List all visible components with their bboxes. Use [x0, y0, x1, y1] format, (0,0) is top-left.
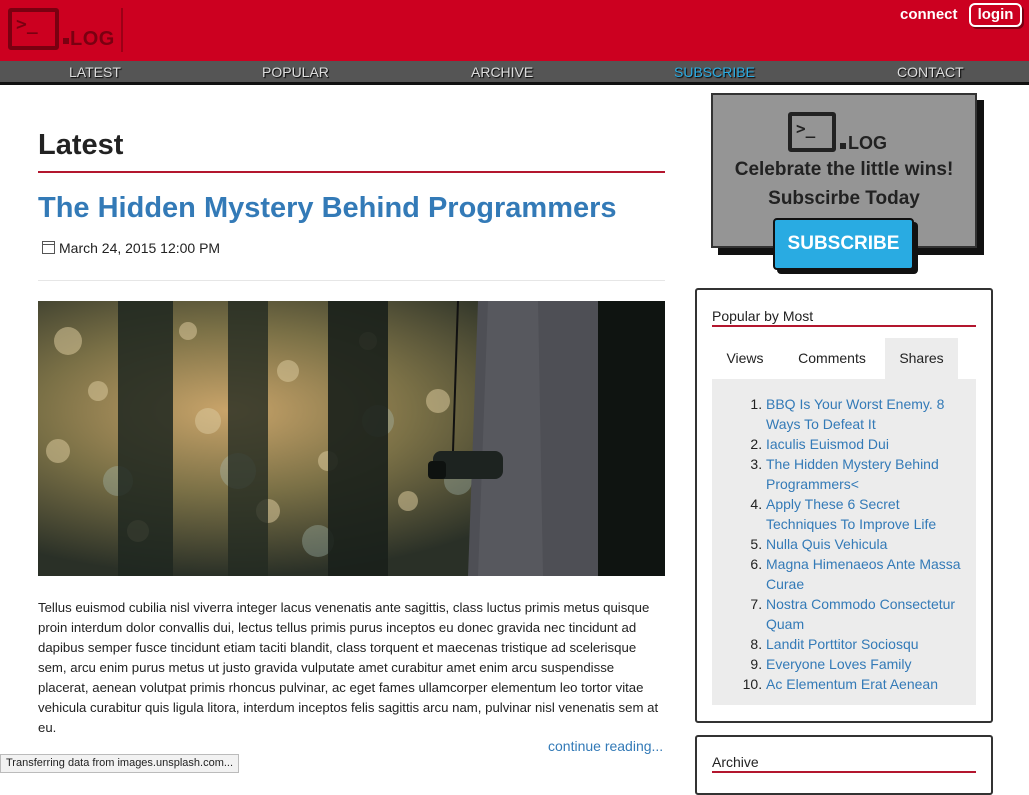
list-item[interactable]: Landit Porttitor Sociosqu — [766, 634, 972, 654]
popular-link[interactable]: BBQ Is Your Worst Enemy. 8 Ways To Defea… — [766, 396, 944, 432]
logo-prompt: >_ — [16, 14, 38, 35]
logo-word: LOG — [70, 28, 115, 50]
popular-title: Popular by Most — [712, 308, 814, 324]
promo-logo-dot — [840, 143, 846, 149]
header-bar: >_ LOG connect login — [0, 0, 1029, 61]
archive-title: Archive — [712, 754, 759, 770]
list-item[interactable]: The Hidden Mystery Behind Programmers< — [766, 454, 972, 494]
popular-list-panel: BBQ Is Your Worst Enemy. 8 Ways To Defea… — [712, 379, 976, 705]
connect-link[interactable]: connect — [900, 6, 958, 23]
popular-link[interactable]: Nostra Commodo Consectetur Quam — [766, 596, 955, 632]
nav-item-popular[interactable]: POPULAR — [262, 64, 329, 80]
tab-views[interactable]: Views — [712, 338, 778, 379]
promo-logo: >_ LOG — [788, 112, 908, 156]
promo-tagline: Celebrate the little wins! — [734, 159, 954, 180]
list-item[interactable]: Nostra Commodo Consectetur Quam — [766, 594, 972, 634]
logo-divider — [121, 8, 123, 52]
nav-item-latest[interactable]: LATEST — [69, 64, 121, 80]
continue-reading-link[interactable]: continue reading... — [548, 738, 663, 754]
section-title: Latest — [38, 129, 124, 161]
calendar-icon — [42, 241, 55, 254]
list-item[interactable]: Everyone Loves Family — [766, 654, 972, 674]
popular-link[interactable]: Everyone Loves Family — [766, 656, 912, 672]
promo-cta-text: Subscirbe Today — [768, 188, 920, 209]
popular-link[interactable]: Nulla Quis Vehicula — [766, 536, 887, 552]
browser-status-bar: Transferring data from images.unsplash.c… — [0, 754, 240, 773]
section-divider — [38, 171, 665, 173]
popular-widget: Popular by Most Views Comments Shares BB… — [695, 288, 993, 723]
post-divider — [38, 280, 665, 281]
list-item[interactable]: Ac Elementum Erat Aenean — [766, 674, 972, 694]
archive-widget: Archive — [695, 735, 993, 795]
popular-link[interactable]: Landit Porttitor Sociosqu — [766, 636, 919, 652]
nav-item-contact[interactable]: CONTACT — [897, 64, 964, 80]
post-excerpt: Tellus euismod cubilia nisl viverra inte… — [38, 600, 659, 735]
forest-photo — [38, 301, 665, 576]
subscribe-button[interactable]: SUBSCRIBE — [773, 218, 914, 270]
promo-logo-word: LOG — [848, 133, 887, 153]
popular-link[interactable]: The Hidden Mystery Behind Programmers< — [766, 456, 939, 492]
popular-list: BBQ Is Your Worst Enemy. 8 Ways To Defea… — [766, 394, 972, 694]
popular-link[interactable]: Iaculis Euismod Dui — [766, 436, 889, 452]
popular-link[interactable]: Magna Himenaeos Ante Massa Curae — [766, 556, 961, 592]
tab-shares[interactable]: Shares — [885, 338, 958, 379]
list-item[interactable]: Nulla Quis Vehicula — [766, 534, 972, 554]
login-button[interactable]: login — [969, 3, 1022, 27]
list-item[interactable]: Apply These 6 Secret Techniques To Impro… — [766, 494, 972, 534]
popular-link[interactable]: Apply These 6 Secret Techniques To Impro… — [766, 496, 936, 532]
post-image[interactable] — [38, 301, 665, 576]
nav-item-archive[interactable]: ARCHIVE — [471, 64, 533, 80]
promo-logo-prompt: >_ — [796, 119, 816, 138]
list-item[interactable]: Iaculis Euismod Dui — [766, 434, 972, 454]
terminal-icon: >_ — [8, 8, 59, 50]
post-date-text: March 24, 2015 12:00 PM — [59, 240, 221, 256]
logo-dot — [63, 38, 69, 44]
popular-link[interactable]: Ac Elementum Erat Aenean — [766, 676, 938, 692]
nav-item-subscribe[interactable]: SUBSCRIBE — [674, 64, 755, 80]
post-title-link[interactable]: The Hidden Mystery Behind Programmers — [38, 192, 617, 225]
site-logo[interactable]: >_ LOG — [8, 8, 128, 52]
list-item[interactable]: BBQ Is Your Worst Enemy. 8 Ways To Defea… — [766, 394, 972, 434]
main-nav: LATEST POPULAR ARCHIVE SUBSCRIBE CONTACT — [0, 61, 1029, 85]
tab-comments[interactable]: Comments — [785, 338, 879, 379]
terminal-icon: >_ — [788, 112, 836, 152]
list-item[interactable]: Magna Himenaeos Ante Massa Curae — [766, 554, 972, 594]
post-date: March 24, 2015 12:00 PM — [42, 240, 220, 256]
popular-divider — [712, 325, 976, 327]
